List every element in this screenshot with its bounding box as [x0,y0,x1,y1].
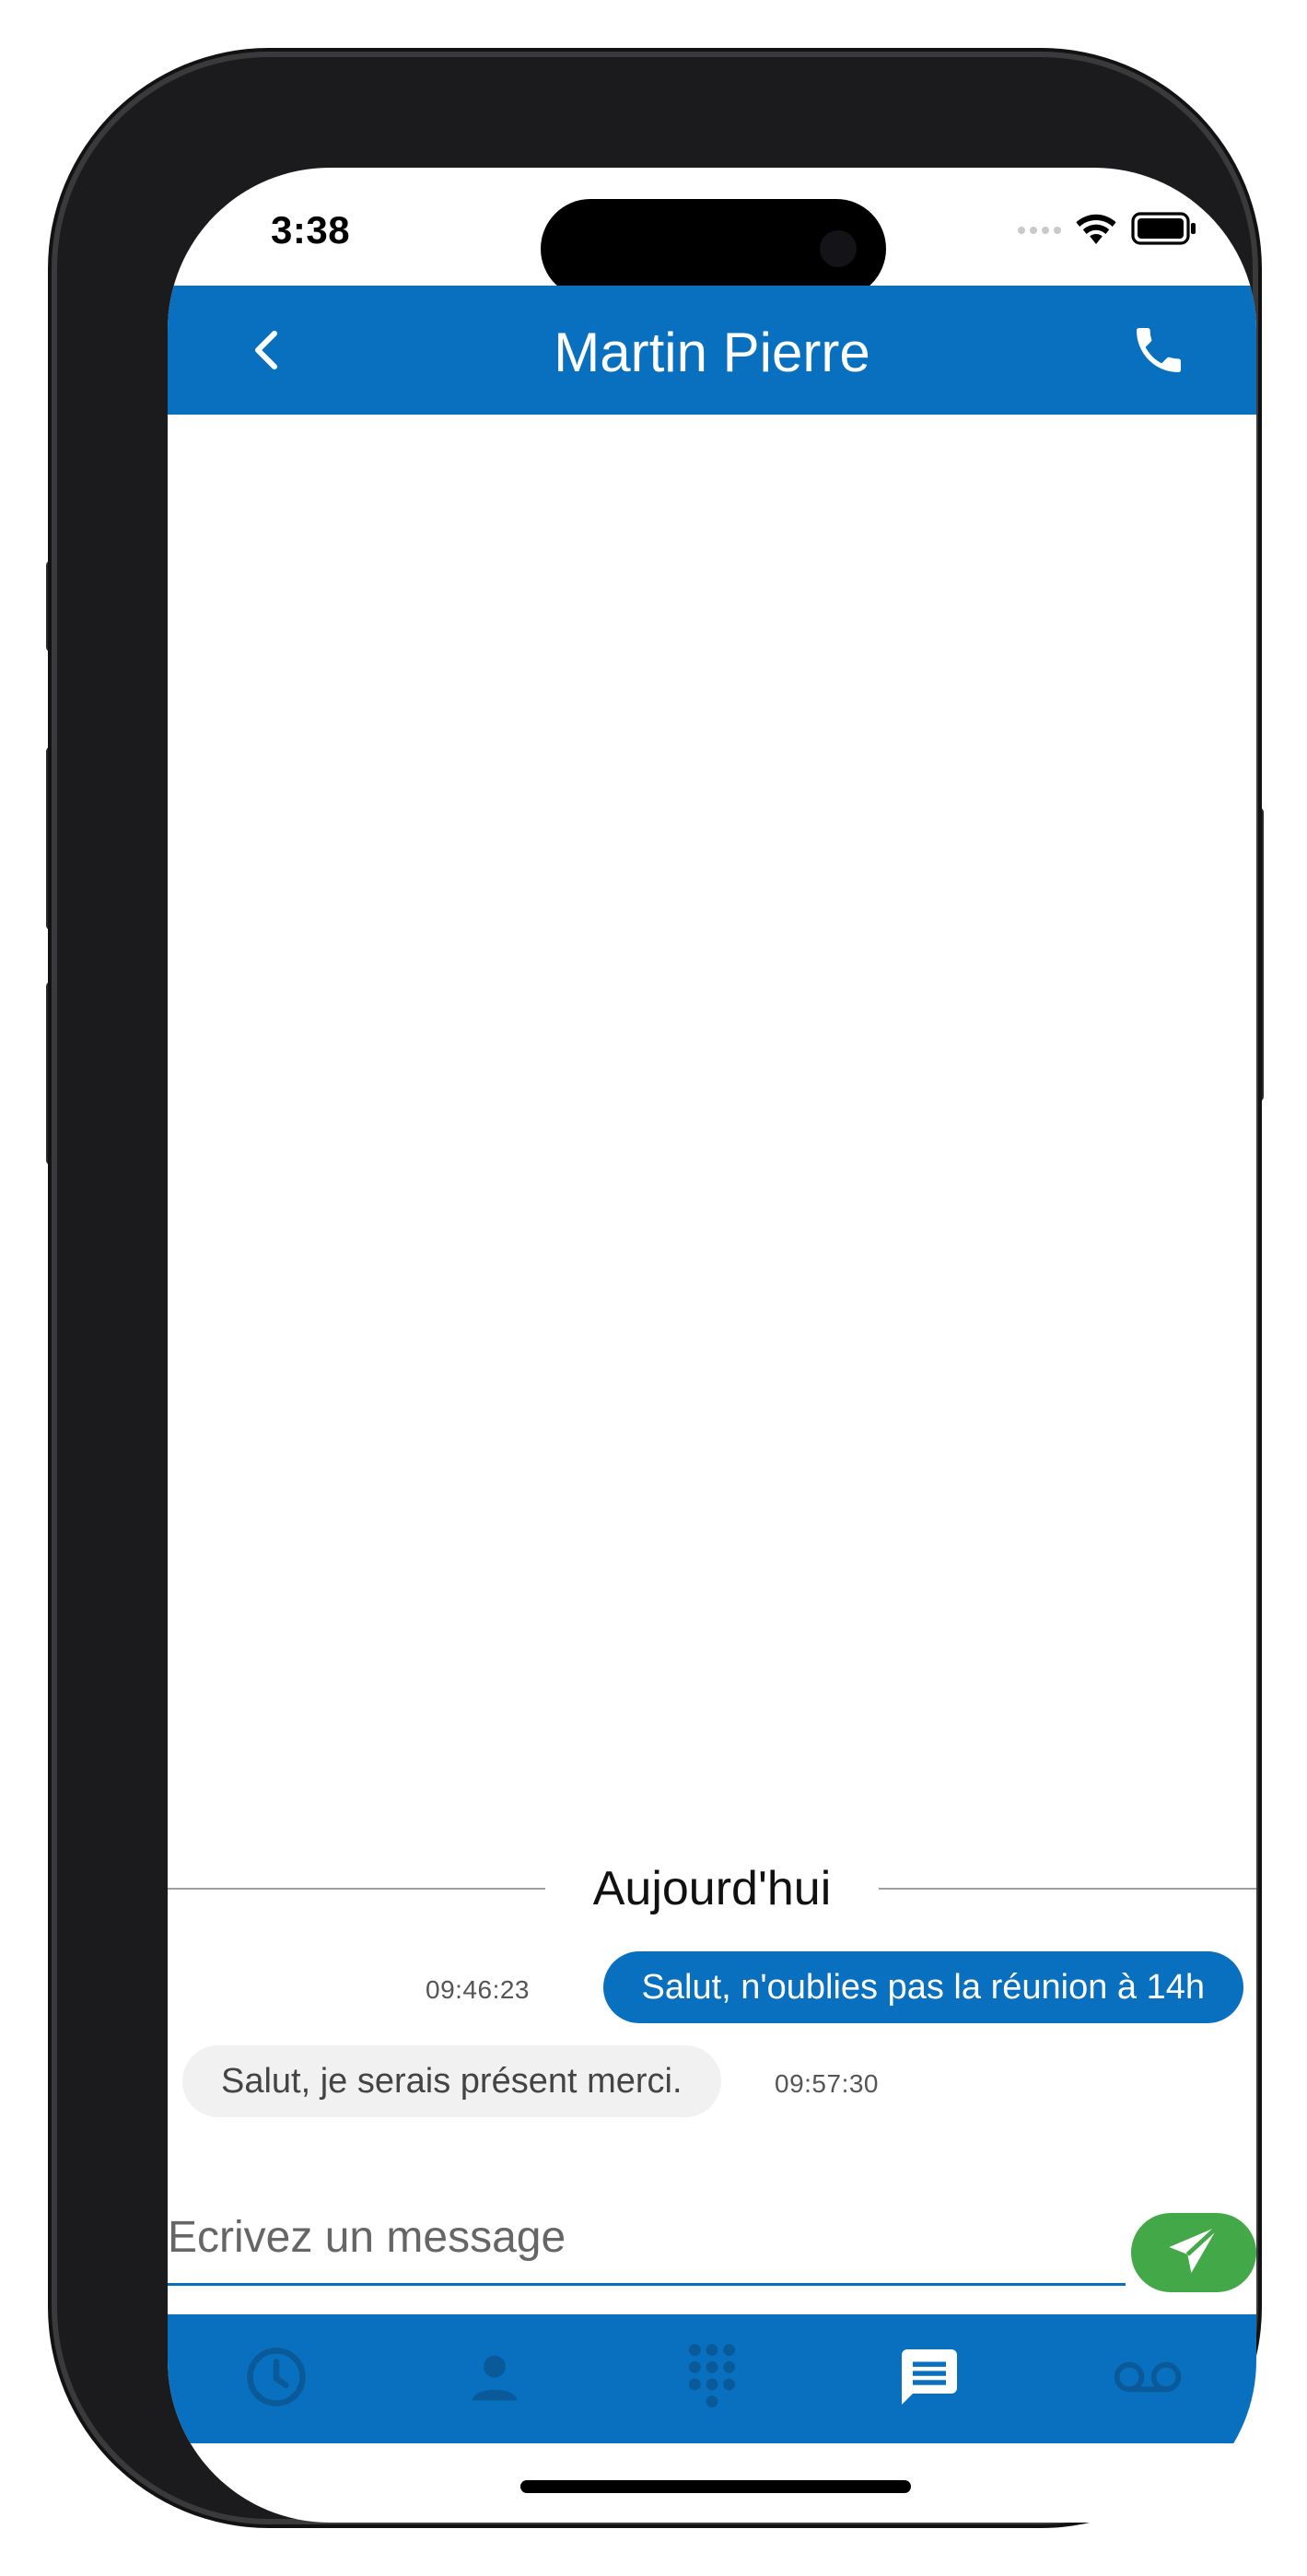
tab-dialpad[interactable] [603,2314,821,2443]
chat-header: Martin Pierre [168,286,1256,415]
date-separator: Aujourd'hui [168,1856,1256,1920]
dynamic-island [541,199,886,299]
bottom-navigation [168,2314,1256,2443]
message-timestamp: 09:57:30 [775,2069,879,2098]
tab-history[interactable] [168,2314,385,2443]
message-timestamp: 09:46:23 [426,1975,530,2004]
contact-name-title: Martin Pierre [554,322,870,383]
phone-icon [1129,321,1188,384]
date-separator-label: Aujourd'hui [565,1862,859,1915]
tab-voicemail[interactable] [1039,2314,1256,2443]
tab-contacts[interactable] [385,2314,602,2443]
status-icons [1018,211,1197,250]
voicemail-icon [1111,2355,1184,2404]
history-clock-icon [243,2344,309,2415]
incoming-message-bubble[interactable]: Salut, je serais présent merci. [182,2045,721,2117]
wifi-icon [1074,212,1118,250]
battery-icon [1131,211,1197,250]
message-input[interactable] [168,2191,1126,2286]
dialpad-icon [683,2340,741,2418]
call-button[interactable] [1126,319,1192,385]
chat-message-icon [896,2344,963,2415]
contact-person-icon [463,2346,526,2413]
front-camera [820,230,857,267]
phone-screen: 3:38 Martin Pierre Aujourd'hui 09:46:23 … [168,168,1256,2523]
tab-messages[interactable] [821,2314,1038,2443]
send-icon [1164,2221,1223,2285]
send-button[interactable] [1131,2213,1256,2292]
outgoing-message-bubble[interactable]: Salut, n'oublies pas la réunion à 14h [602,1951,1243,2023]
phone-frame: 3:38 Martin Pierre Aujourd'hui 09:46:23 … [57,57,1256,2523]
cellular-signal-icon [1018,227,1061,234]
status-time: 3:38 [271,208,351,252]
home-indicator[interactable] [520,2480,911,2493]
